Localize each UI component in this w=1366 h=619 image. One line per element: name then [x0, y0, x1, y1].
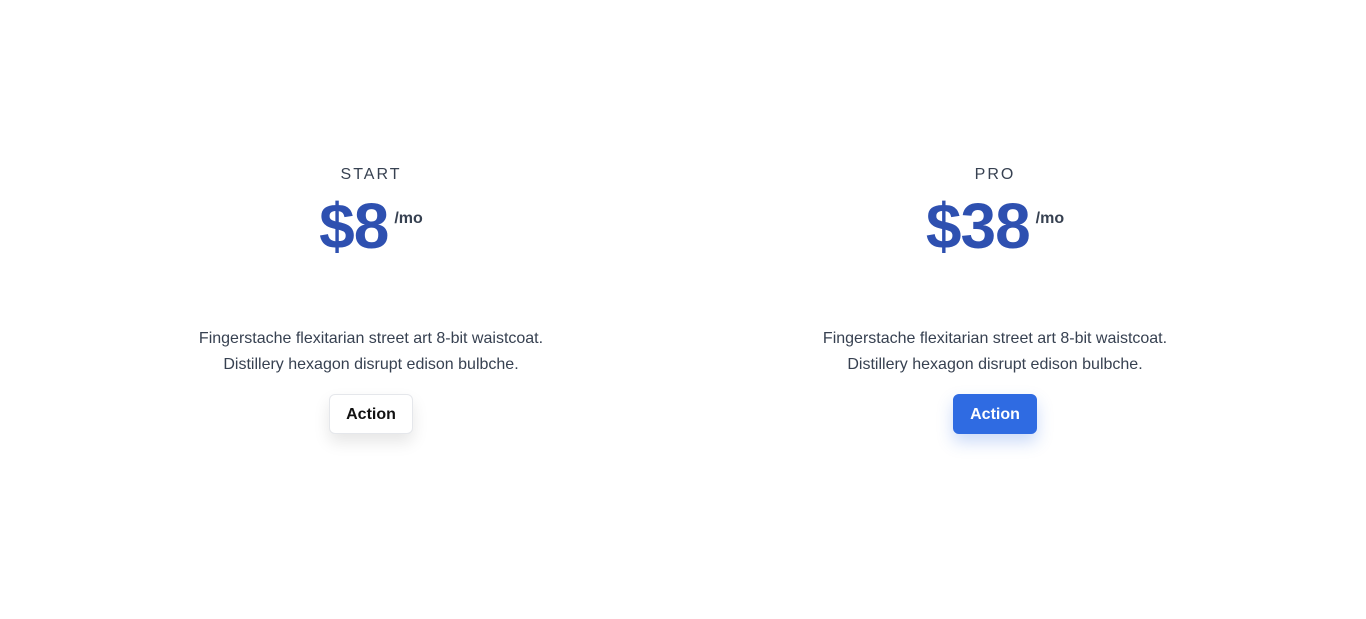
plan-description-line: Distillery hexagon disrupt edison bulbch…: [223, 356, 519, 373]
pricing-section: START $8 /mo Fingerstache flexitarian st…: [0, 0, 1366, 619]
price-row: $8 /mo: [121, 194, 621, 258]
action-wrap: Action: [745, 394, 1245, 434]
plan-card-start: START $8 /mo Fingerstache flexitarian st…: [121, 164, 621, 434]
plan-description-line: Distillery hexagon disrupt edison bulbch…: [847, 356, 1143, 373]
plan-card-pro: PRO $38 /mo Fingerstache flexitarian str…: [745, 164, 1245, 434]
plan-name: PRO: [974, 166, 1016, 183]
plan-description: Fingerstache flexitarian street art 8-bi…: [121, 326, 621, 378]
plan-price: $8: [319, 190, 389, 262]
plan-description-line: Fingerstache flexitarian street art 8-bi…: [822, 330, 1168, 347]
pro-action-button[interactable]: Action: [953, 394, 1037, 434]
plan-description: Fingerstache flexitarian street art 8-bi…: [745, 326, 1245, 378]
price-row: $38 /mo: [745, 194, 1245, 258]
start-action-button[interactable]: Action: [329, 394, 413, 434]
plan-price: $38: [925, 190, 1031, 262]
action-wrap: Action: [121, 394, 621, 434]
plan-name: START: [340, 166, 402, 183]
plan-description-line: Fingerstache flexitarian street art 8-bi…: [198, 330, 544, 347]
price-period: /mo: [1035, 210, 1065, 227]
price-period: /mo: [394, 210, 423, 227]
